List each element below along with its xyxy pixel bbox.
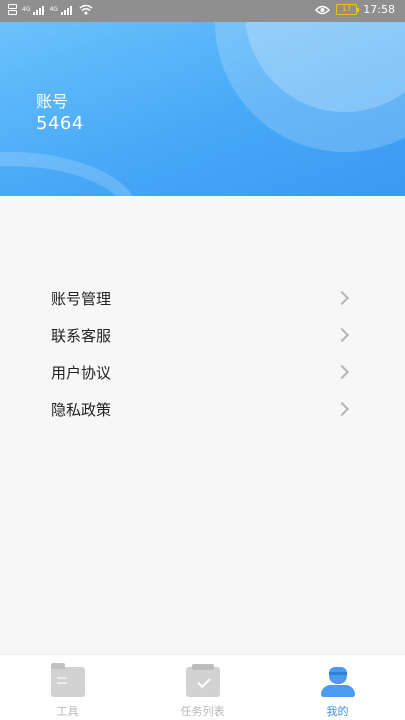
eye-icon: [315, 5, 331, 14]
battery-icon: 17: [336, 4, 360, 15]
tab-task-list[interactable]: 任务列表: [135, 655, 270, 720]
status-icons-right: 17 17:58: [315, 3, 395, 16]
menu-item-label: 账号管理: [51, 290, 112, 308]
signal-icon: [33, 5, 45, 15]
menu-item-user-agreement[interactable]: 用户协议: [0, 354, 405, 391]
menu-item-label: 隐私政策: [51, 401, 112, 419]
account-label: 账号: [36, 92, 69, 111]
chevron-right-icon: [334, 401, 350, 417]
tab-label: 工具: [56, 705, 79, 718]
tab-label: 任务列表: [180, 705, 225, 718]
wifi-icon: [79, 4, 93, 15]
settings-menu: 账号管理 联系客服 用户协议 隐私政策: [0, 280, 405, 428]
menu-item-contact-support[interactable]: 联系客服: [0, 317, 405, 354]
signal-icon-2: [60, 5, 72, 15]
network-type-1: 4G: [22, 5, 31, 13]
tab-mine[interactable]: 我的: [270, 655, 405, 720]
chevron-right-icon: [334, 290, 350, 306]
network-type-2: 4G: [49, 5, 58, 13]
status-icons-left: 4G 4G: [8, 4, 93, 15]
chevron-right-icon: [334, 364, 350, 380]
profile-header: 账号 5464: [0, 22, 405, 196]
chevron-right-icon: [334, 327, 350, 343]
bottom-tab-bar: 工具 任务列表 我的: [0, 654, 405, 720]
status-bar: 4G 4G 17 17:58: [0, 0, 405, 22]
menu-item-account-management[interactable]: 账号管理: [0, 280, 405, 317]
folder-icon: [50, 663, 85, 697]
header-decoration: [0, 152, 140, 196]
clock: 17:58: [363, 3, 395, 16]
sim-icon: [8, 4, 17, 15]
profile-icon: [320, 667, 355, 697]
menu-item-privacy-policy[interactable]: 隐私政策: [0, 391, 405, 428]
tab-label: 我的: [326, 705, 349, 718]
account-value: 5464: [36, 113, 84, 134]
task-list-icon: [185, 664, 220, 697]
tab-tools[interactable]: 工具: [0, 655, 135, 720]
menu-item-label: 联系客服: [51, 327, 112, 345]
menu-item-label: 用户协议: [51, 364, 112, 382]
